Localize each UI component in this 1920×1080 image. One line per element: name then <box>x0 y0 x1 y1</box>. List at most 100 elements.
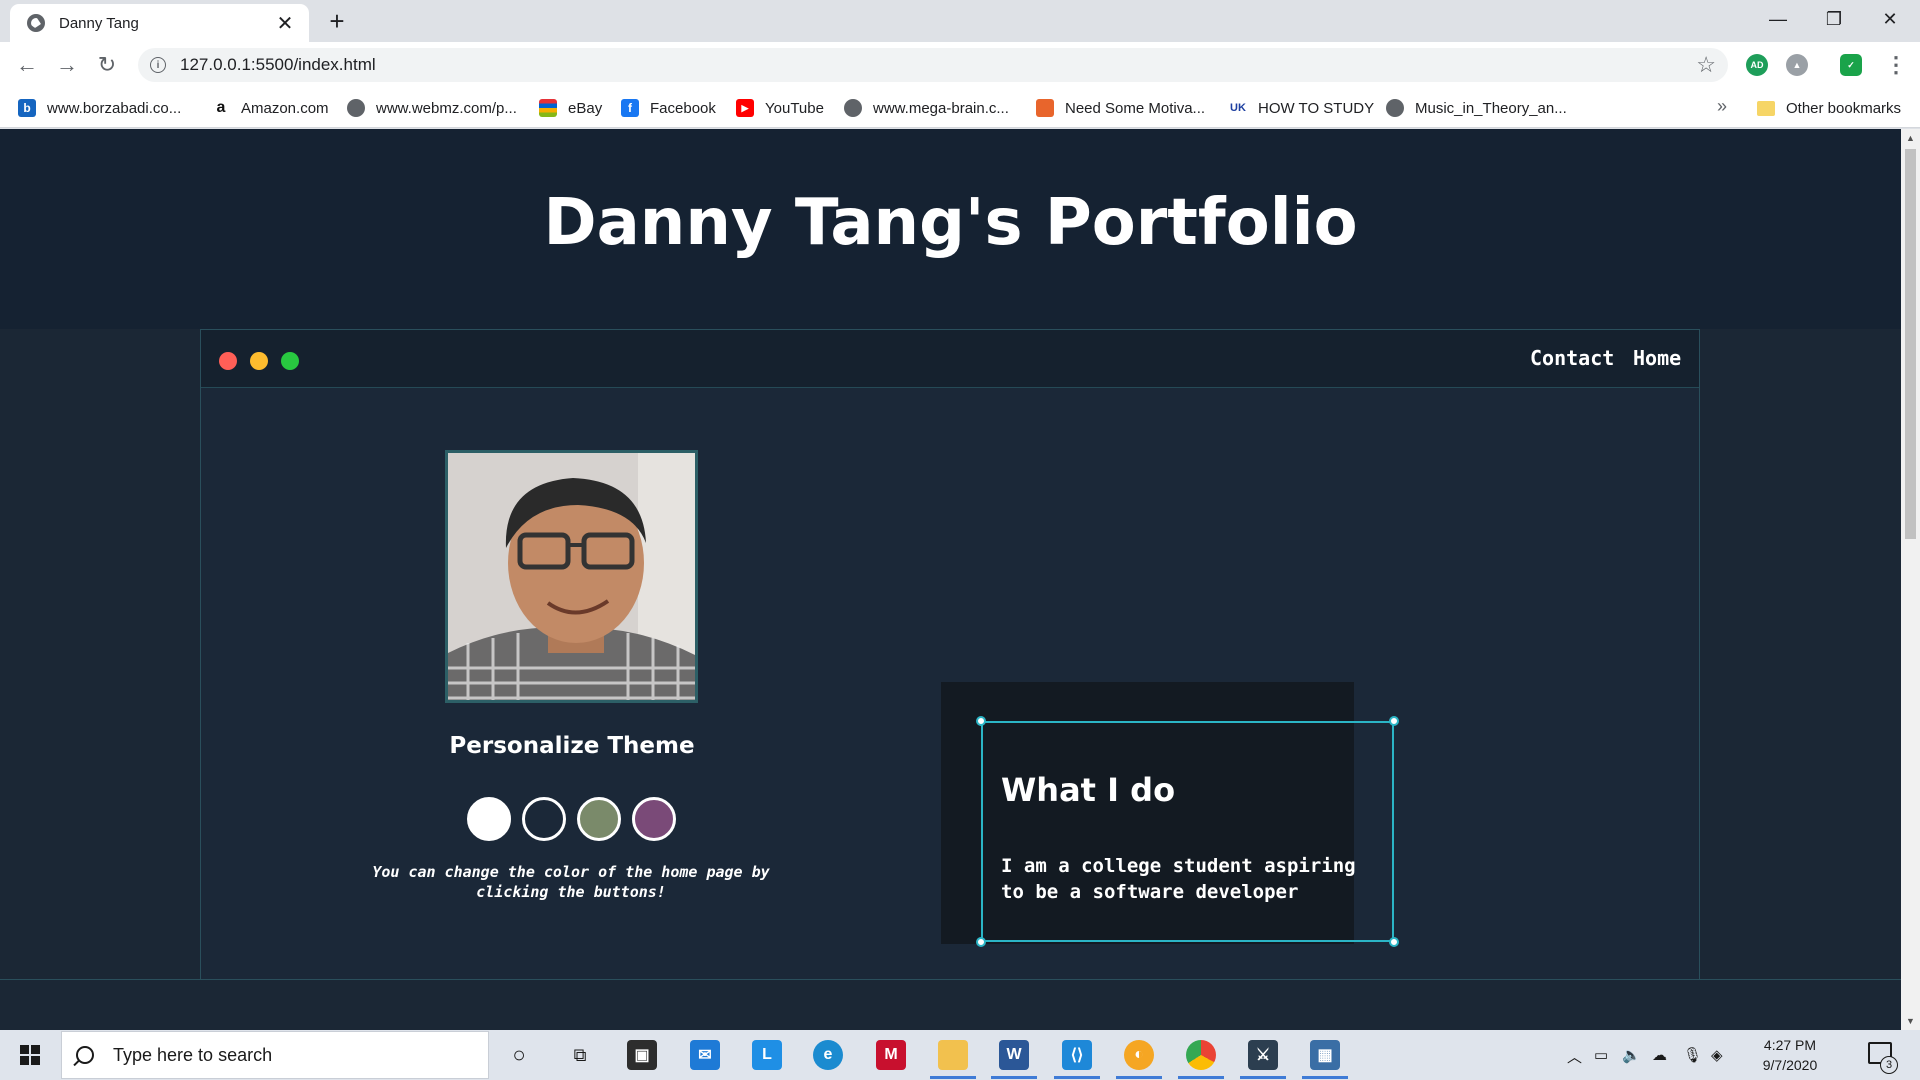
active-indicator <box>1054 1076 1100 1079</box>
address-bar[interactable]: i 127.0.0.1:5500/index.html ☆ <box>138 48 1728 82</box>
bookmark-item[interactable]: www.mega-brain.c... <box>844 88 1009 128</box>
bookmark-item[interactable]: a Amazon.com <box>212 88 329 128</box>
bookmark-item[interactable]: UK HOW TO STUDY <box>1229 88 1374 128</box>
amazon-icon: a <box>212 99 230 117</box>
browser-menu-icon[interactable]: ⋮ <box>1885 52 1907 78</box>
tray-overflow-icon[interactable]: ︿ <box>1567 1046 1582 1067</box>
notification-count: 3 <box>1880 1056 1898 1074</box>
theme-white-button[interactable] <box>467 797 511 841</box>
bookmark-label: HOW TO STUDY <box>1258 99 1375 117</box>
scroll-up-icon[interactable]: ▲ <box>1906 133 1915 143</box>
bookmark-item[interactable]: b www.borzabadi.co... <box>18 88 181 128</box>
page-title: Danny Tang's Portfolio <box>543 186 1358 260</box>
word-icon[interactable]: W <box>999 1040 1029 1070</box>
bookmark-label: Need Some Motiva... <box>1065 99 1206 117</box>
mcafee-icon[interactable]: M <box>876 1040 906 1070</box>
close-tab-icon[interactable]: ✕ <box>275 11 295 36</box>
green-dot-icon <box>281 352 299 370</box>
tab-title: Danny Tang <box>59 14 139 32</box>
bookmark-item[interactable]: eBay <box>539 88 602 128</box>
page-viewport: Danny Tang's Portfolio Contact Home Pers… <box>0 129 1901 1030</box>
new-tab-button[interactable]: + <box>324 6 350 37</box>
theme-purple-button[interactable] <box>632 797 676 841</box>
resize-handle[interactable] <box>976 937 986 947</box>
chrome-icon[interactable] <box>1186 1040 1216 1070</box>
portfolio-window: Contact Home Personalize Theme You can c… <box>200 329 1700 1009</box>
theme-heading: Personalize Theme <box>449 733 695 759</box>
bookmark-item[interactable]: www.webmz.com/p... <box>347 88 517 128</box>
app-runner-icon[interactable]: ⚔ <box>1248 1040 1278 1070</box>
cortana-icon[interactable]: ○ <box>504 1040 534 1070</box>
bookmark-label: Amazon.com <box>241 99 329 117</box>
adguard-extension-icon[interactable]: AD <box>1746 54 1768 76</box>
profile-photo-image <box>448 453 695 700</box>
bookmark-item[interactable]: Need Some Motiva... <box>1036 88 1205 128</box>
info-icon[interactable]: i <box>150 57 166 73</box>
edge-icon[interactable]: e <box>813 1040 843 1070</box>
bookmark-label: www.mega-brain.c... <box>873 99 1009 117</box>
onedrive-icon[interactable]: ☁ <box>1652 1046 1667 1064</box>
active-indicator <box>1178 1076 1224 1079</box>
mail-icon[interactable]: ✉ <box>690 1040 720 1070</box>
restore-button[interactable]: ❐ <box>1806 0 1862 38</box>
globe-icon <box>347 99 365 117</box>
vscode-icon[interactable]: ⟨⟩ <box>1062 1040 1092 1070</box>
resize-handle[interactable] <box>976 716 986 726</box>
bookmark-label: Facebook <box>650 99 716 117</box>
nav-contact-link[interactable]: Contact <box>1530 346 1614 370</box>
bookmark-item[interactable]: f Facebook <box>621 88 716 128</box>
what-i-do-card: What I do I am a college student aspirin… <box>976 716 1399 947</box>
bookmark-label: eBay <box>568 99 603 117</box>
folder-icon <box>1757 100 1775 116</box>
app-circle-icon[interactable]: ◐ <box>1124 1040 1154 1070</box>
browser-tab[interactable]: Danny Tang ✕ <box>10 4 309 42</box>
start-button[interactable] <box>0 1030 60 1080</box>
minimize-button[interactable]: — <box>1750 0 1806 38</box>
bookmark-star-icon[interactable]: ☆ <box>1696 52 1716 78</box>
theme-navy-button[interactable] <box>522 797 566 841</box>
bookmark-item[interactable]: ▶ YouTube <box>736 88 824 128</box>
uk-icon: UK <box>1229 99 1247 117</box>
store-icon[interactable]: ▣ <box>627 1040 657 1070</box>
clock-time: 4:27 PM <box>1763 1037 1817 1053</box>
bookmark-label: YouTube <box>765 99 824 117</box>
task-view-icon[interactable]: ⧉ <box>565 1040 595 1070</box>
nav-home-link[interactable]: Home <box>1633 346 1681 370</box>
forward-button[interactable]: → <box>54 52 80 78</box>
battery-icon[interactable]: ▭ <box>1594 1046 1608 1064</box>
taskbar-clock[interactable]: 4:27 PM 9/7/2020 <box>1740 1035 1840 1075</box>
shield-extension-icon[interactable]: ✓ <box>1840 54 1862 76</box>
page-scrollbar[interactable]: ▲ ▼ <box>1901 129 1920 1030</box>
reload-button[interactable]: ↻ <box>94 52 120 78</box>
resize-handle[interactable] <box>1389 716 1399 726</box>
active-indicator <box>1116 1076 1162 1079</box>
taskbar-search[interactable]: Type here to search <box>61 1031 489 1079</box>
url-text[interactable]: 127.0.0.1:5500/index.html <box>180 55 1696 75</box>
drive-extension-icon[interactable]: ▲ <box>1786 54 1808 76</box>
active-indicator <box>930 1076 976 1079</box>
file-explorer-icon[interactable] <box>938 1040 968 1070</box>
scroll-down-icon[interactable]: ▼ <box>1906 1016 1915 1026</box>
yellow-dot-icon <box>250 352 268 370</box>
l-app-icon[interactable]: L <box>752 1040 782 1070</box>
globe-icon <box>1386 99 1404 117</box>
close-window-button[interactable]: ✕ <box>1862 0 1918 38</box>
back-button[interactable]: ← <box>14 52 40 78</box>
other-bookmarks-folder[interactable]: Other bookmarks <box>1757 88 1901 128</box>
more-bookmarks-button[interactable]: » <box>1717 96 1727 117</box>
youtube-icon: ▶ <box>736 99 754 117</box>
bookmark-item[interactable]: Music_in_Theory_an... <box>1386 88 1567 128</box>
volume-icon[interactable]: 🔈 <box>1622 1046 1641 1064</box>
tray-app-icon[interactable]: ◈ <box>1711 1046 1723 1064</box>
resize-handle[interactable] <box>1389 937 1399 947</box>
globe-icon <box>27 14 45 32</box>
app-window-icon[interactable]: ▦ <box>1310 1040 1340 1070</box>
clock-date: 9/7/2020 <box>1762 1057 1818 1073</box>
theme-green-button[interactable] <box>577 797 621 841</box>
scrollbar-thumb[interactable] <box>1905 149 1916 539</box>
browser-toolbar: ← → ↻ i 127.0.0.1:5500/index.html ☆ AD ▲… <box>0 42 1920 88</box>
microphone-icon[interactable]: 🎙 <box>1683 1046 1702 1064</box>
profile-photo <box>445 450 698 703</box>
windows-logo-icon <box>20 1045 40 1065</box>
windows-taskbar: Type here to search ○ ⧉ ▣ ✉ L e M W ⟨⟩ ◐… <box>0 1030 1920 1080</box>
